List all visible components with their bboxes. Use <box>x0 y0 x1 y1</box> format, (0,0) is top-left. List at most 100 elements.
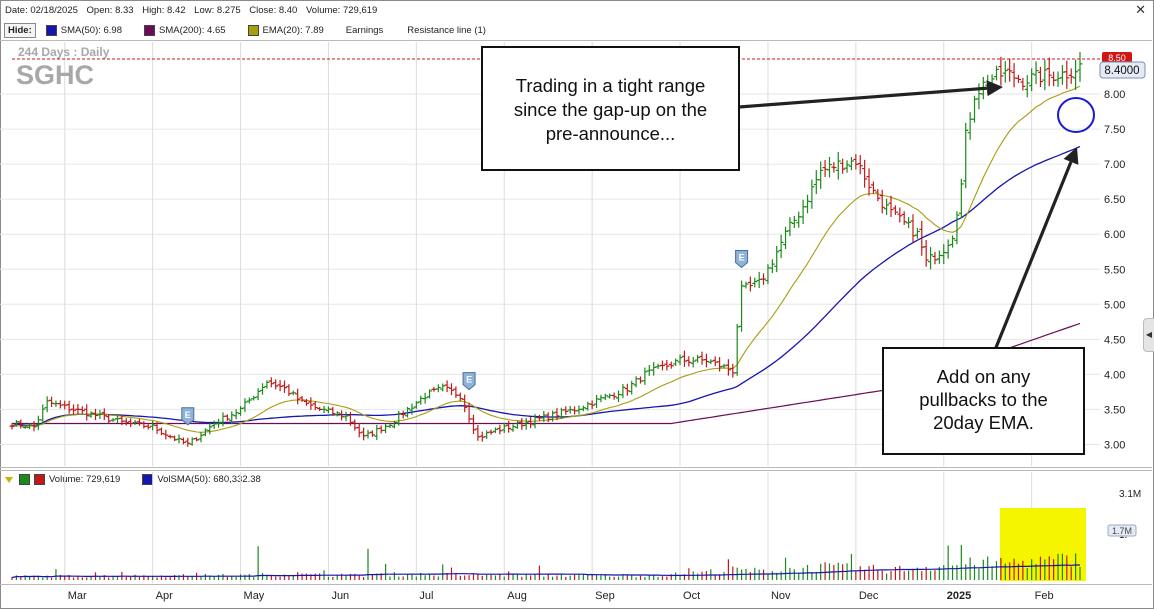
ohlc-bar <box>343 411 349 422</box>
ohlc-bar <box>422 392 428 404</box>
ohlc-bar <box>194 437 200 442</box>
ohlc-bar <box>369 430 375 437</box>
ohlc-bar <box>594 394 600 409</box>
ohlc-bar <box>853 154 859 170</box>
ohlc-bar <box>475 424 481 441</box>
ohlc-bar <box>132 419 138 425</box>
x-tick-label: Aug <box>507 590 527 602</box>
ohlc-bar <box>879 189 885 214</box>
ohlc-bar <box>699 351 705 365</box>
ohlc-bar <box>695 354 701 363</box>
ohlc-bar <box>431 386 437 392</box>
ohlc-bar <box>892 205 898 215</box>
ohlc-bar <box>312 401 318 411</box>
ohlc-bar <box>528 417 534 429</box>
ohlc-bar <box>637 376 643 384</box>
y-tick-label: 5.00 <box>1104 299 1125 311</box>
ohlc-bar <box>563 406 569 415</box>
ohlc-bar <box>198 431 204 443</box>
ohlc-bar <box>251 395 257 401</box>
ohlc-bar <box>136 418 142 426</box>
annotation-range-line: since the gap-up on the <box>514 99 707 120</box>
ohlc-bar <box>220 412 226 427</box>
ohlc-bar <box>756 271 762 289</box>
ohlc-bar <box>677 354 683 366</box>
ohlc-bar <box>444 380 450 393</box>
ohlc-bar <box>954 211 960 245</box>
ohlc-bar <box>387 423 393 429</box>
ohlc-bar <box>1042 59 1048 91</box>
annotation-ema-line: 20day EMA. <box>933 412 1034 433</box>
last-price-tag: 8.4000 <box>1099 61 1146 79</box>
ohlc-bar <box>123 418 129 426</box>
ohlc-bar <box>299 396 305 402</box>
ohlc-bar <box>361 427 367 441</box>
ohlc-bar <box>277 380 283 392</box>
x-tick-label: Sep <box>595 590 615 602</box>
ohlc-bar <box>840 158 846 174</box>
ohlc-bar <box>514 420 520 429</box>
ohlc-bar <box>941 244 947 264</box>
highlight-circle <box>1057 97 1095 133</box>
ohlc-bar <box>536 414 542 421</box>
ohlc-bar <box>884 198 890 215</box>
arrow-to-ema <box>993 147 1079 351</box>
ohlc-bar <box>668 361 674 369</box>
ohlc-bar <box>1055 71 1061 87</box>
volume-max-label: 3.1M <box>1119 489 1141 500</box>
ohlc-bar <box>936 250 942 264</box>
ohlc-bar <box>1064 60 1070 89</box>
ohlc-bar <box>848 156 854 171</box>
watermark-period: 244 Days : Daily <box>18 45 110 59</box>
ohlc-bar <box>418 395 424 405</box>
ohlc-bar <box>435 384 441 393</box>
ohlc-bar <box>295 388 301 405</box>
ohlc-bar <box>945 239 951 259</box>
ohlc-bar <box>163 429 169 440</box>
ohlc-bar <box>180 437 186 445</box>
ohlc-bar <box>268 377 274 388</box>
ohlc-bar <box>734 323 740 376</box>
ohlc-bar <box>730 363 736 378</box>
ohlc-bar <box>233 409 239 420</box>
ohlc-bar <box>826 156 832 178</box>
ohlc-bar <box>681 350 687 367</box>
x-tick-label: Dec <box>859 590 879 602</box>
ohlc-bar <box>49 396 55 407</box>
ohlc-bar <box>822 159 828 177</box>
ohlc-bar <box>813 170 819 195</box>
ohlc-bar <box>317 406 323 411</box>
panel-expand-tab[interactable]: ◀ <box>1143 318 1154 352</box>
x-tick-label: Feb <box>1035 590 1054 602</box>
y-tick-label: 7.00 <box>1104 159 1125 171</box>
x-tick-label: Jul <box>419 590 433 602</box>
ohlc-bar <box>800 199 806 224</box>
ohlc-bar <box>246 397 252 404</box>
ohlc-bar <box>216 418 222 428</box>
ohlc-bar <box>321 405 327 414</box>
ohlc-bar <box>497 424 503 435</box>
annotation-ema-line: Add on any <box>937 366 1031 387</box>
ohlc-bar <box>224 414 230 421</box>
ohlc-bar <box>440 383 446 392</box>
ohlc-bar <box>334 411 340 417</box>
ohlc-bar <box>128 418 134 427</box>
y-tick-label: 4.50 <box>1104 334 1125 346</box>
ohlc-bar <box>708 359 714 365</box>
ohlc-bar <box>611 392 617 400</box>
y-tick-label: 8.00 <box>1104 89 1125 101</box>
ohlc-bar <box>79 406 85 414</box>
ohlc-bar <box>932 252 938 265</box>
ohlc-bar <box>479 431 485 442</box>
x-tick-label: Oct <box>683 590 700 602</box>
x-tick-label: Mar <box>68 590 87 602</box>
ohlc-bar <box>1029 68 1035 92</box>
ohlc-bar <box>717 357 723 372</box>
ohlc-bar <box>286 384 292 396</box>
x-tick-label: 2025 <box>947 590 971 602</box>
ohlc-bar <box>664 359 670 371</box>
ohlc-bar <box>805 194 811 214</box>
ohlc-bar <box>844 160 850 173</box>
ohlc-bar <box>378 425 384 434</box>
ohlc-bar <box>901 211 907 225</box>
